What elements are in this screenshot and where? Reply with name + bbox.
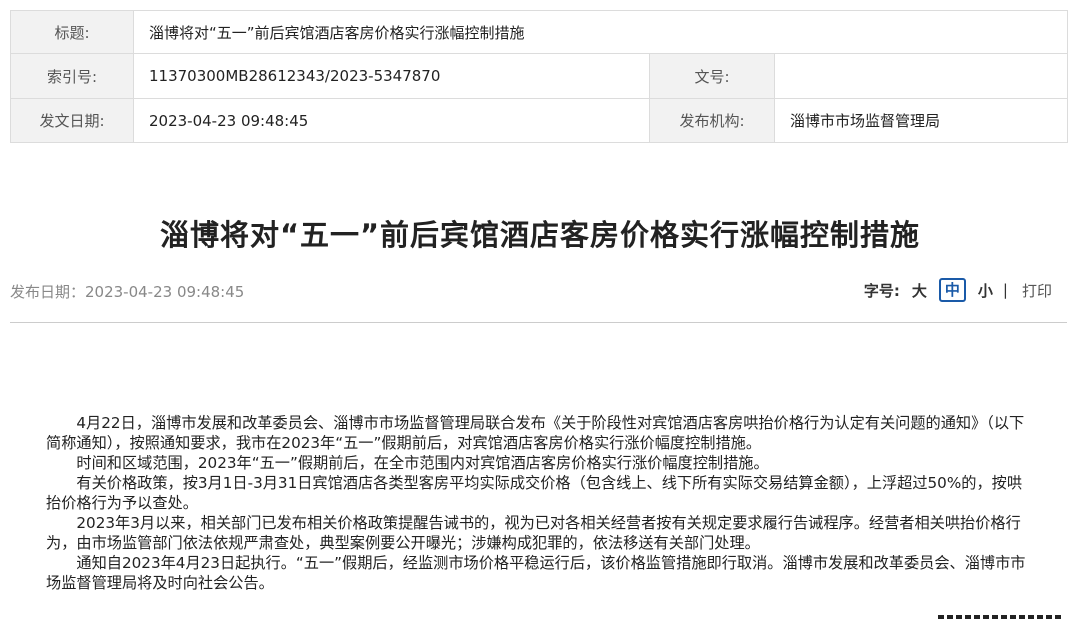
- docno-value: [774, 53, 1068, 99]
- body-paragraph: 时间和区域范围，2023年“五一”假期前后，在全市范围内对宾馆酒店客房价格实行涨…: [76, 454, 769, 472]
- toolbar-separator: |: [1002, 281, 1008, 299]
- body-paragraph: 通知自2023年4月23日起执行。“五一”假期后，经监测市场价格平稳运行后，该价…: [46, 554, 1026, 592]
- org-value: 淄博市市场监督管理局: [774, 98, 1068, 143]
- index-value: 11370300MB28612343/2023-5347870: [133, 53, 650, 99]
- font-size-toolbar: 字号: 大 中 小 | 打印: [864, 278, 1052, 302]
- docno-label: 文号:: [649, 53, 775, 99]
- font-size-small-button[interactable]: 小: [978, 280, 993, 301]
- title-label: 标题:: [10, 10, 134, 54]
- article-title: 淄博将对“五一”前后宾馆酒店客房价格实行涨幅控制措施: [159, 218, 921, 252]
- date-value: 2023-04-23 09:48:45: [133, 98, 650, 143]
- body-paragraph: 有关价格政策，按3月1日-3月31日宾馆酒店各类型客房平均实际成交价格（包含线上…: [46, 474, 1023, 512]
- watermark-fragment: [938, 615, 1064, 619]
- date-label: 发文日期:: [10, 98, 134, 143]
- print-button[interactable]: 打印: [1022, 280, 1052, 301]
- header-divider: [10, 322, 1067, 323]
- font-size-large-button[interactable]: 大: [912, 280, 927, 301]
- metadata-row-title: 标题: 淄博将对“五一”前后宾馆酒店客房价格实行涨幅控制措施: [10, 10, 1068, 54]
- metadata-row-index: 索引号: 11370300MB28612343/2023-5347870 文号:: [10, 53, 1068, 99]
- org-label: 发布机构:: [649, 98, 775, 143]
- article-body: 4月22日，淄博市发展和改革委员会、淄博市市场监督管理局联合发布《关于阶段性对宾…: [46, 413, 1036, 593]
- metadata-row-date: 发文日期: 2023-04-23 09:48:45 发布机构: 淄博市市场监督管…: [10, 98, 1068, 143]
- body-paragraph: 4月22日，淄博市发展和改革委员会、淄博市市场监督管理局联合发布《关于阶段性对宾…: [46, 414, 1025, 452]
- publish-date: 发布日期：2023-04-23 09:48:45: [10, 283, 245, 301]
- font-size-label: 字号:: [863, 281, 900, 300]
- font-size-medium-button[interactable]: 中: [938, 278, 966, 302]
- title-value: 淄博将对“五一”前后宾馆酒店客房价格实行涨幅控制措施: [133, 10, 1068, 54]
- index-label: 索引号:: [10, 53, 134, 99]
- metadata-table: 标题: 淄博将对“五一”前后宾馆酒店客房价格实行涨幅控制措施 索引号: 1137…: [10, 10, 1068, 143]
- body-paragraph: 2023年3月以来，相关部门已发布相关价格政策提醒告诫书的，视为已对各相关经营者…: [46, 514, 1021, 552]
